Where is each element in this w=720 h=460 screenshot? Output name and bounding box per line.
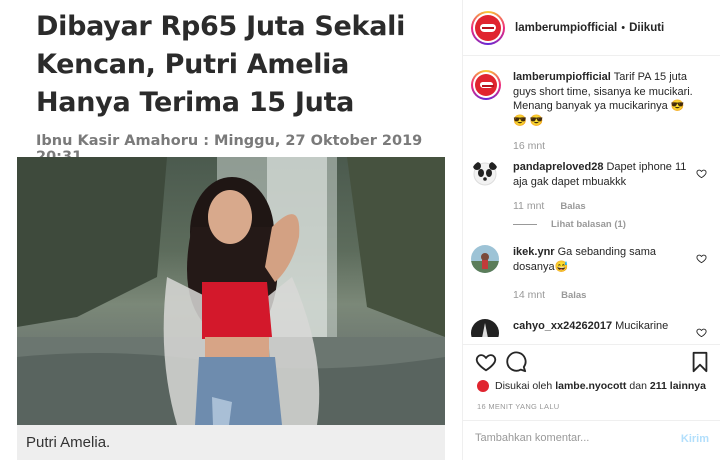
reply-button[interactable]: Balas [560, 201, 585, 212]
likes-count[interactable]: 211 lainnya [650, 380, 706, 392]
author-avatar[interactable] [471, 10, 505, 45]
commenter-avatar[interactable] [471, 70, 501, 100]
comment-time: 14 mnt [513, 289, 546, 301]
heart-icon[interactable] [696, 327, 707, 337]
photo-avatar-icon [471, 319, 499, 337]
divider-line [513, 223, 537, 225]
comment-username[interactable]: cahyo_xx24262017 [513, 320, 612, 332]
comment-time: 16 mnt [513, 140, 546, 152]
comment-bar: Kirim [463, 420, 720, 460]
article-panel: Dibayar Rp65 Juta Sekali Kencan, Putri A… [0, 0, 462, 460]
comment-username[interactable]: lamberumpiofficial [513, 71, 611, 83]
liker-avatar[interactable] [477, 380, 489, 392]
comment-content: Mucikarine [615, 320, 669, 332]
panda-avatar-icon [471, 160, 499, 188]
heart-icon[interactable] [696, 168, 707, 179]
bookmark-icon[interactable] [689, 351, 711, 373]
post-comment-button[interactable]: Kirim [681, 433, 709, 445]
instagram-post-panel: lamberumpiofficial • Diikuti lamberumpio… [462, 0, 720, 460]
likes-prefix: Disukai oleh [495, 380, 553, 392]
likes-summary: Disukai oleh lambe.nyocott dan 211 lainn… [477, 380, 709, 392]
comment-username[interactable]: ikek.ynr [513, 246, 555, 258]
photo-avatar-icon [471, 245, 499, 273]
comment-text: pandapreloved28 Dapet iphone 11 aja gak d… [513, 160, 693, 189]
comment-meta: 11 mnt Balas [513, 200, 586, 212]
liker-username[interactable]: lambe.nyocott [555, 380, 626, 392]
comment-text: ikek.ynr Ga sebanding sama dosanya😅 [513, 245, 693, 274]
lips-logo-icon [479, 82, 494, 88]
lips-logo-icon [480, 23, 496, 32]
article-title: Dibayar Rp65 Juta Sekali Kencan, Putri A… [36, 11, 406, 118]
comment-meta: 14 mnt Balas [513, 289, 586, 301]
comment-input[interactable] [475, 432, 665, 444]
comment-meta: 16 mnt [513, 140, 545, 152]
view-replies-label: Lihat balasan (1) [551, 219, 626, 230]
commenter-avatar[interactable] [471, 245, 499, 273]
post-header: lamberumpiofficial • Diikuti [463, 0, 720, 56]
photo-caption: Putri Amelia. [17, 425, 445, 460]
post-actions [463, 344, 720, 376]
comment-text: cahyo_xx24262017 Mucikarine [513, 319, 693, 334]
follow-status[interactable]: Diikuti [629, 22, 664, 34]
comment-time: 11 mnt [513, 200, 545, 212]
post-timestamp: 16 MENIT YANG LALU [477, 402, 560, 411]
view-replies-button[interactable]: Lihat balasan (1) [513, 219, 626, 230]
reply-button[interactable]: Balas [561, 290, 586, 301]
commenter-avatar[interactable] [471, 319, 499, 337]
header-separator: • [621, 21, 626, 34]
author-username[interactable]: lamberumpiofficial [515, 22, 617, 34]
article-photo [17, 157, 445, 425]
heart-icon[interactable] [696, 253, 707, 264]
photo-illustration [17, 157, 445, 425]
comment-username[interactable]: pandapreloved28 [513, 161, 603, 173]
commenter-avatar[interactable] [471, 160, 499, 188]
comment-text: lamberumpiofficial Tarif PA 15 juta guys … [513, 70, 693, 128]
comments-list: lamberumpiofficial Tarif PA 15 juta guys … [463, 57, 720, 337]
likes-conj: dan [629, 380, 647, 392]
comment-icon[interactable] [505, 351, 527, 373]
heart-icon[interactable] [475, 351, 497, 373]
